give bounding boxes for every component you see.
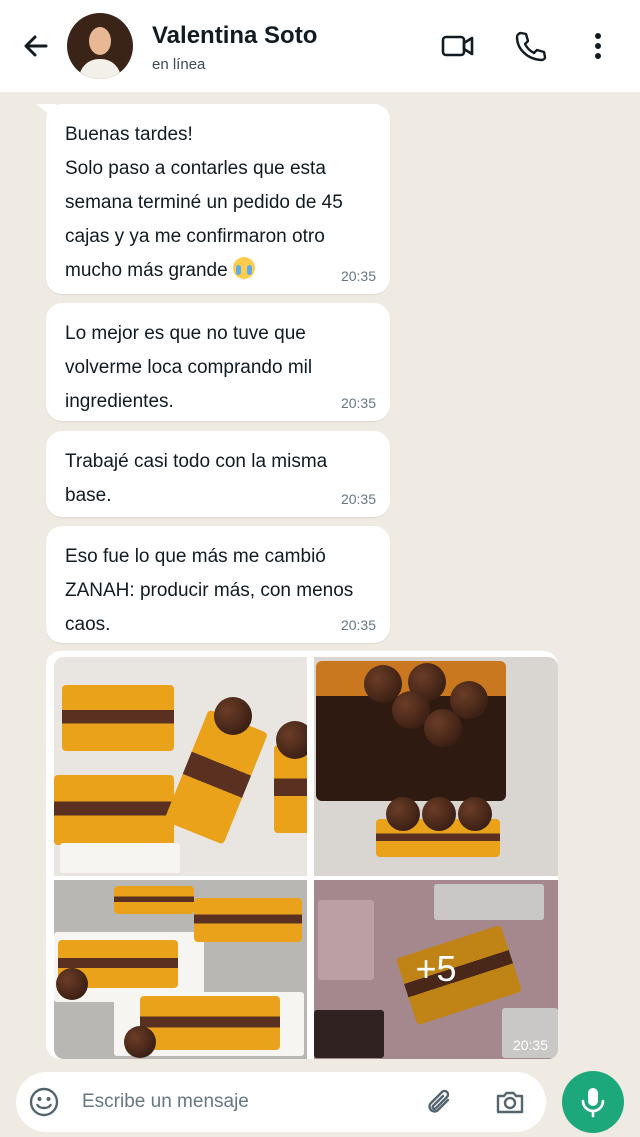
more-photos-count: +5 xyxy=(415,948,457,989)
truffle xyxy=(276,721,307,759)
message-line: ingredientes. xyxy=(65,391,174,412)
message-line: Trabajé casi todo con la misma xyxy=(65,451,328,472)
truffle xyxy=(424,709,462,747)
message-line: caos. xyxy=(65,614,111,635)
truffle xyxy=(56,968,88,1000)
avatar-shirt xyxy=(79,59,121,79)
contact-status: en línea xyxy=(152,56,206,73)
photo-tile-more[interactable]: +5 20:35 xyxy=(314,880,558,1059)
cake-slice xyxy=(54,775,174,845)
message-line: mucho más grande xyxy=(65,260,228,281)
truffle xyxy=(124,1026,156,1058)
message-bubble[interactable]: Lo mejor es que no tuve que volverme loc… xyxy=(46,303,390,421)
photo-tile[interactable] xyxy=(54,657,307,876)
photo-tile[interactable] xyxy=(54,880,307,1059)
message-line: Lo mejor es que no tuve que xyxy=(65,323,306,344)
message-bubble[interactable]: Eso fue lo que más me cambió ZANAH: prod… xyxy=(46,526,390,643)
message-line: volverme loca comprando mil xyxy=(65,357,313,378)
message-time: 20:35 xyxy=(340,491,376,507)
message-input[interactable]: Escribe un mensaje xyxy=(82,1091,249,1113)
message-line: cajas y ya me confirmaron otro xyxy=(65,226,325,247)
video-call-icon[interactable] xyxy=(440,28,476,64)
cake-slice xyxy=(62,685,174,751)
media-time: 20:35 xyxy=(512,1037,548,1053)
message-composer: Escribe un mensaje xyxy=(16,1072,546,1132)
back-arrow-icon[interactable] xyxy=(20,30,52,62)
message-line: ZANAH: producir más, con menos xyxy=(65,580,354,601)
message-bubble[interactable]: Buenas tardes! Solo paso a contarles que… xyxy=(46,104,390,294)
truffle xyxy=(214,697,252,735)
phone-call-icon[interactable] xyxy=(512,28,548,64)
message-time: 20:35 xyxy=(340,617,376,633)
avatar-face xyxy=(89,27,111,55)
message-time: 20:35 xyxy=(340,395,376,411)
avatar[interactable] xyxy=(67,13,133,79)
microphone-icon xyxy=(581,1088,605,1118)
message-line: Buenas tardes! xyxy=(65,124,193,145)
message-line: base. xyxy=(65,485,112,506)
message-time: 20:35 xyxy=(340,268,376,284)
cake-slice xyxy=(163,709,269,845)
paperclip-icon[interactable] xyxy=(424,1086,456,1118)
photo-tile[interactable] xyxy=(314,657,558,876)
more-options-icon[interactable] xyxy=(582,28,614,64)
crying-face-icon xyxy=(232,257,255,279)
cake-slice xyxy=(194,898,302,942)
truffle xyxy=(422,797,456,831)
chat-header: Valentina Soto en línea xyxy=(0,0,640,92)
message-line: semana terminé un pedido de 45 xyxy=(65,192,343,213)
message-bubble[interactable]: Trabajé casi todo con la misma base. 20:… xyxy=(46,431,390,517)
cake-box xyxy=(60,843,180,873)
emoji-icon[interactable] xyxy=(28,1086,60,1118)
message-line: Eso fue lo que más me cambió xyxy=(65,546,326,567)
camera-icon[interactable] xyxy=(494,1086,526,1118)
media-album-bubble[interactable]: +5 20:35 xyxy=(46,651,558,1059)
media-grid: +5 20:35 xyxy=(50,655,558,1059)
contact-name[interactable]: Valentina Soto xyxy=(152,22,317,50)
truffle xyxy=(458,797,492,831)
truffle xyxy=(386,797,420,831)
message-line: Solo paso a contarles que esta xyxy=(65,158,326,179)
cake-slice xyxy=(114,886,194,914)
mic-button[interactable] xyxy=(562,1071,624,1133)
cake-slice xyxy=(140,996,280,1050)
